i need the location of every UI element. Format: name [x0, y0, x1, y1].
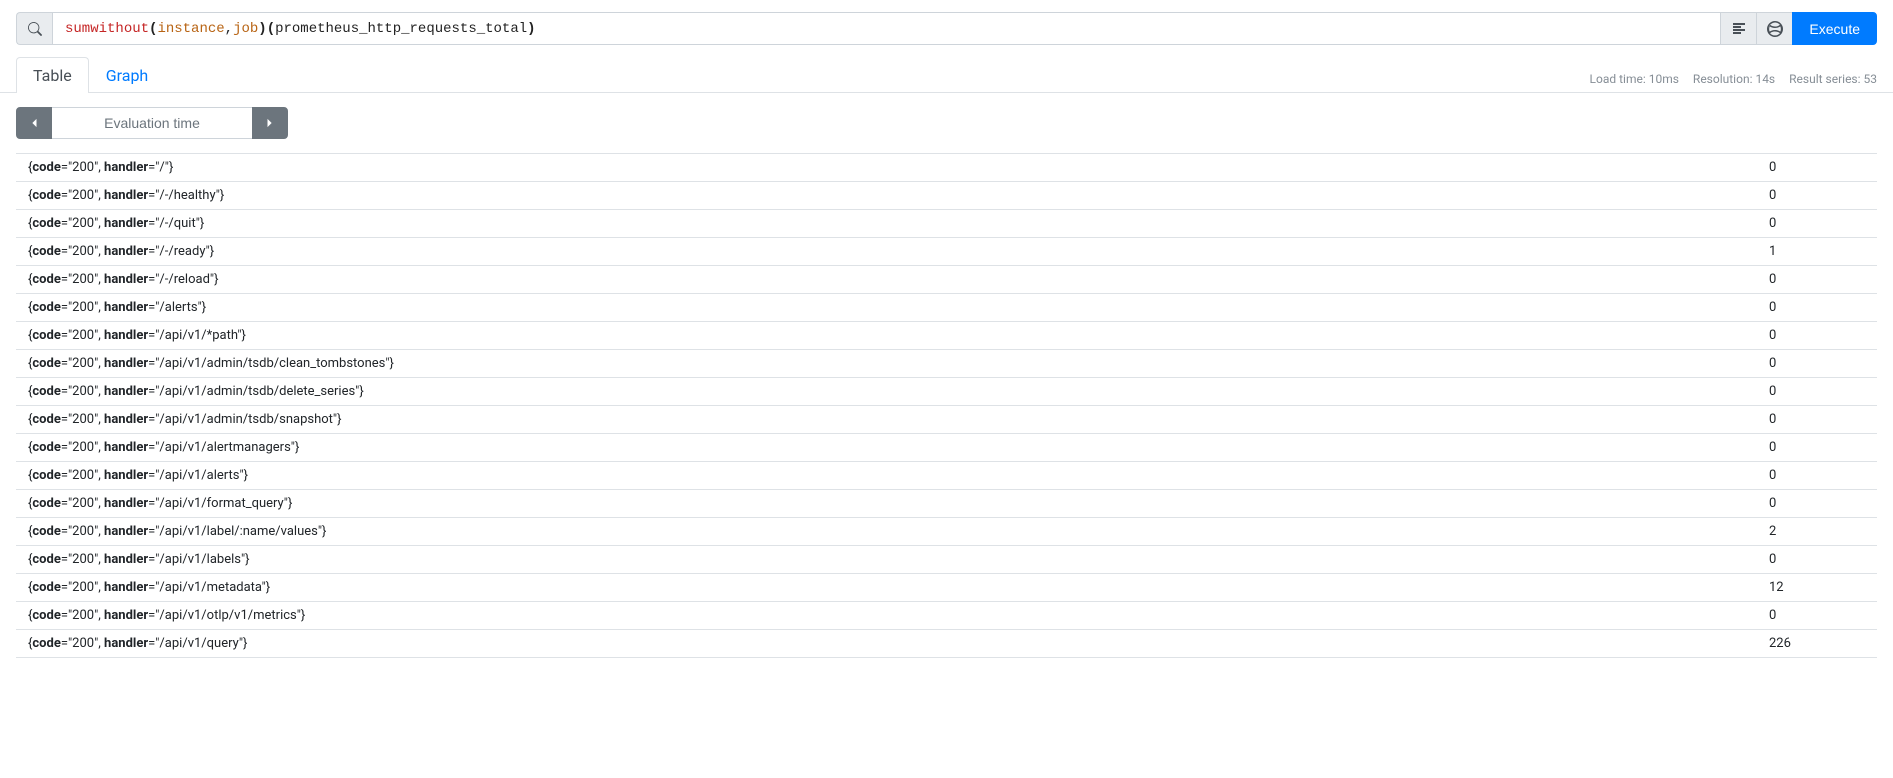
table-row: {code="200", handler="/-/reload"} 0 [16, 265, 1877, 293]
result-value: 0 [1745, 356, 1865, 371]
series-label[interactable]: {code="200", handler="/api/v1/*path"} [28, 328, 246, 343]
search-icon [28, 22, 42, 36]
evaluation-time-controls [0, 93, 1893, 153]
series-label[interactable]: {code="200", handler="/alerts"} [28, 300, 206, 315]
globe-icon [1767, 21, 1783, 37]
series-label[interactable]: {code="200", handler="/api/v1/admin/tsdb… [28, 412, 342, 427]
table-row: {code="200", handler="/api/v1/metadata"}… [16, 573, 1877, 601]
table-row: {code="200", handler="/api/v1/admin/tsdb… [16, 349, 1877, 377]
result-value: 0 [1745, 440, 1865, 455]
resolution: Resolution: 14s [1693, 72, 1775, 86]
table-row: {code="200", handler="/-/ready"} 1 [16, 237, 1877, 265]
evaluation-time-input[interactable] [52, 107, 252, 139]
result-value: 0 [1745, 160, 1865, 175]
series-label[interactable]: {code="200", handler="/api/v1/otlp/v1/me… [28, 608, 305, 623]
results-table: {code="200", handler="/"}0{code="200", h… [0, 153, 1893, 658]
format-query-button[interactable] [1721, 12, 1757, 45]
result-value: 0 [1745, 188, 1865, 203]
series-label[interactable]: {code="200", handler="/-/healthy"} [28, 188, 224, 203]
series-label[interactable]: {code="200", handler="/api/v1/alertmanag… [28, 440, 299, 455]
series-label[interactable]: {code="200", handler="/api/v1/admin/tsdb… [28, 356, 394, 371]
series-label[interactable]: {code="200", handler="/api/v1/format_que… [28, 496, 292, 511]
table-row: {code="200", handler="/api/v1/format_que… [16, 489, 1877, 517]
series-label[interactable]: {code="200", handler="/api/v1/query"} [28, 636, 247, 651]
series-label[interactable]: {code="200", handler="/api/v1/labels"} [28, 552, 250, 567]
eval-time-next-button[interactable] [252, 107, 288, 139]
series-label[interactable]: {code="200", handler="/api/v1/admin/tsdb… [28, 384, 364, 399]
eval-time-prev-button[interactable] [16, 107, 52, 139]
result-value: 0 [1745, 608, 1865, 623]
table-row: {code="200", handler="/api/v1/*path"} 0 [16, 321, 1877, 349]
tabs: Table Graph Load time: 10ms Resolution: … [0, 45, 1893, 93]
series-label[interactable]: {code="200", handler="/-/reload"} [28, 272, 218, 287]
result-value: 0 [1745, 496, 1865, 511]
table-row: {code="200", handler="/api/v1/query"} 226 [16, 629, 1877, 658]
result-value: 0 [1745, 552, 1865, 567]
table-row: {code="200", handler="/"} 0 [16, 153, 1877, 181]
table-row: {code="200", handler="/api/v1/otlp/v1/me… [16, 601, 1877, 629]
series-label[interactable]: {code="200", handler="/-/ready"} [28, 244, 214, 259]
execute-button[interactable]: Execute [1792, 12, 1877, 45]
result-value: 0 [1745, 272, 1865, 287]
query-bar: sum without (instance,job) (prometheus_h… [0, 0, 1893, 45]
chevron-left-icon [29, 118, 39, 128]
table-row: {code="200", handler="/-/healthy"} 0 [16, 181, 1877, 209]
series-label[interactable]: {code="200", handler="/-/quit"} [28, 216, 204, 231]
result-series: Result series: 53 [1789, 72, 1877, 86]
query-stats: Load time: 10ms Resolution: 14s Result s… [1590, 72, 1877, 92]
table-row: {code="200", handler="/api/v1/label/:nam… [16, 517, 1877, 545]
result-value: 226 [1745, 636, 1865, 651]
series-label[interactable]: {code="200", handler="/"} [28, 160, 173, 175]
tab-graph[interactable]: Graph [89, 57, 166, 93]
table-row: {code="200", handler="/api/v1/admin/tsdb… [16, 405, 1877, 433]
table-row: {code="200", handler="/alerts"} 0 [16, 293, 1877, 321]
query-history-button[interactable] [1757, 12, 1793, 45]
result-value: 0 [1745, 412, 1865, 427]
result-value: 0 [1745, 384, 1865, 399]
chevron-right-icon [265, 118, 275, 128]
result-value: 2 [1745, 524, 1865, 539]
format-icon [1731, 21, 1747, 37]
load-time: Load time: 10ms [1590, 72, 1679, 86]
table-row: {code="200", handler="/api/v1/alertmanag… [16, 433, 1877, 461]
result-value: 0 [1745, 328, 1865, 343]
table-row: {code="200", handler="/api/v1/labels"} 0 [16, 545, 1877, 573]
result-value: 0 [1745, 468, 1865, 483]
result-value: 1 [1745, 244, 1865, 259]
table-row: {code="200", handler="/-/quit"} 0 [16, 209, 1877, 237]
table-row: {code="200", handler="/api/v1/admin/tsdb… [16, 377, 1877, 405]
result-value: 0 [1745, 300, 1865, 315]
result-value: 12 [1745, 580, 1865, 595]
series-label[interactable]: {code="200", handler="/api/v1/label/:nam… [28, 524, 326, 539]
tab-table[interactable]: Table [16, 57, 89, 93]
series-label[interactable]: {code="200", handler="/api/v1/alerts"} [28, 468, 248, 483]
series-label[interactable]: {code="200", handler="/api/v1/metadata"} [28, 580, 270, 595]
metrics-explorer-button[interactable] [16, 12, 52, 45]
result-value: 0 [1745, 216, 1865, 231]
table-row: {code="200", handler="/api/v1/alerts"} 0 [16, 461, 1877, 489]
expression-input[interactable]: sum without (instance,job) (prometheus_h… [52, 12, 1721, 45]
